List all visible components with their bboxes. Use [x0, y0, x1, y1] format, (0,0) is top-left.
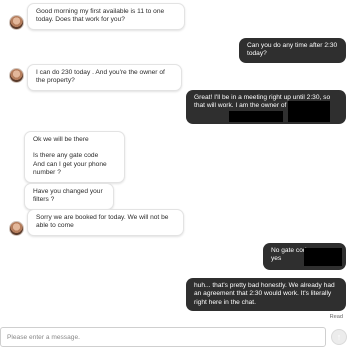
- message-outgoing: huh... that's pretty bad honestly. We al…: [186, 278, 346, 312]
- message-incoming: Sorry we are booked for today. We will n…: [27, 209, 184, 236]
- redaction-block: [288, 101, 330, 122]
- message-text: I can do 230 today . And you're the owne…: [36, 69, 165, 85]
- message-text: Good morning my first available is 11 to…: [36, 8, 165, 24]
- arrow-up-icon: ↑: [336, 331, 342, 342]
- message-line: And can I get your phone number ?: [33, 160, 107, 177]
- message-text: huh... that's pretty bad honestly. We al…: [194, 282, 335, 306]
- message-outgoing: Can you do any time after 2:30 today?: [239, 38, 346, 63]
- message-incoming: Good morning my first available is 11 to…: [27, 3, 185, 30]
- avatar: [9, 15, 24, 30]
- message-text: Sorry we are booked for today. We will n…: [36, 214, 169, 230]
- redaction-block: [229, 111, 283, 122]
- message-incoming: I can do 230 today . And you're the owne…: [27, 64, 182, 91]
- message-line: Ok we will be there: [33, 136, 89, 143]
- chat-thread: Good morning my first available is 11 to…: [0, 0, 348, 322]
- read-receipt: Read: [329, 314, 343, 320]
- redaction-block: [304, 248, 342, 266]
- message-incoming: Have you changed your filters ?: [24, 183, 114, 210]
- send-button[interactable]: ↑: [331, 329, 347, 345]
- message-text: Have you changed your filters ?: [33, 188, 103, 204]
- message-input[interactable]: [0, 327, 326, 347]
- message-text: Can you do any time after 2:30 today?: [247, 42, 338, 58]
- avatar: [9, 68, 24, 83]
- message-incoming: Ok we will be there Is there any gate co…: [24, 131, 125, 183]
- avatar: [9, 221, 24, 236]
- message-line: Is there any gate code: [33, 152, 99, 160]
